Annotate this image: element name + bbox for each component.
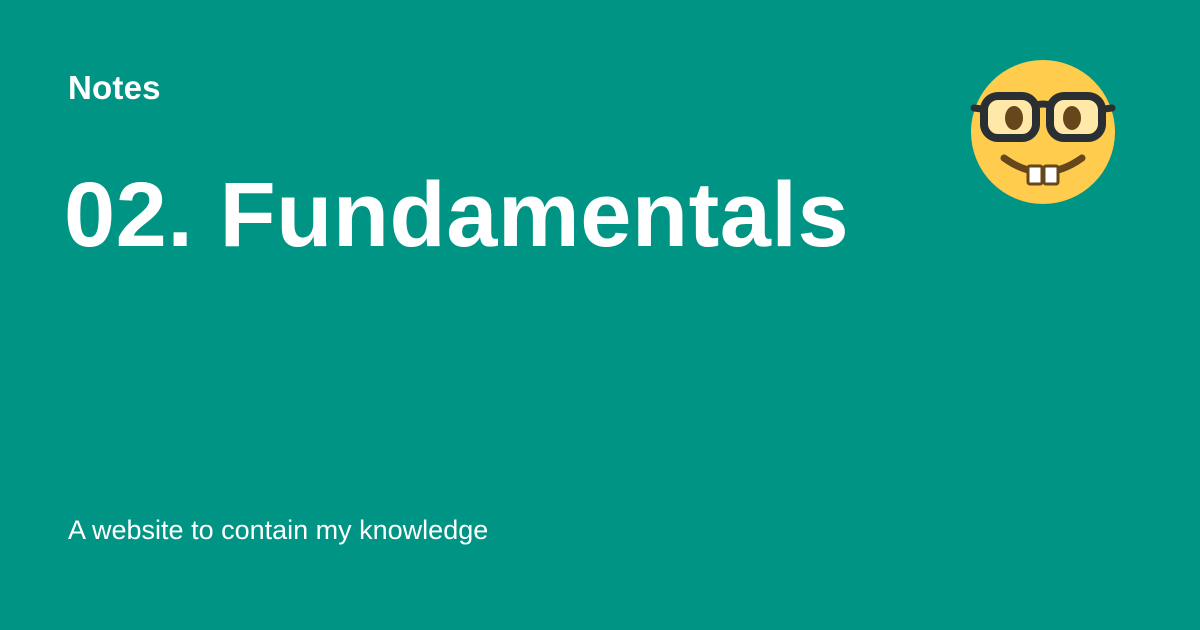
social-card: Notes 02. Fundamentals A website to cont…: [0, 0, 1200, 630]
site-description: A website to contain my knowledge: [68, 515, 489, 545]
page-title: 02. Fundamentals: [64, 164, 850, 266]
site-name: Notes: [68, 69, 161, 106]
nerd-face-icon: [968, 58, 1118, 208]
